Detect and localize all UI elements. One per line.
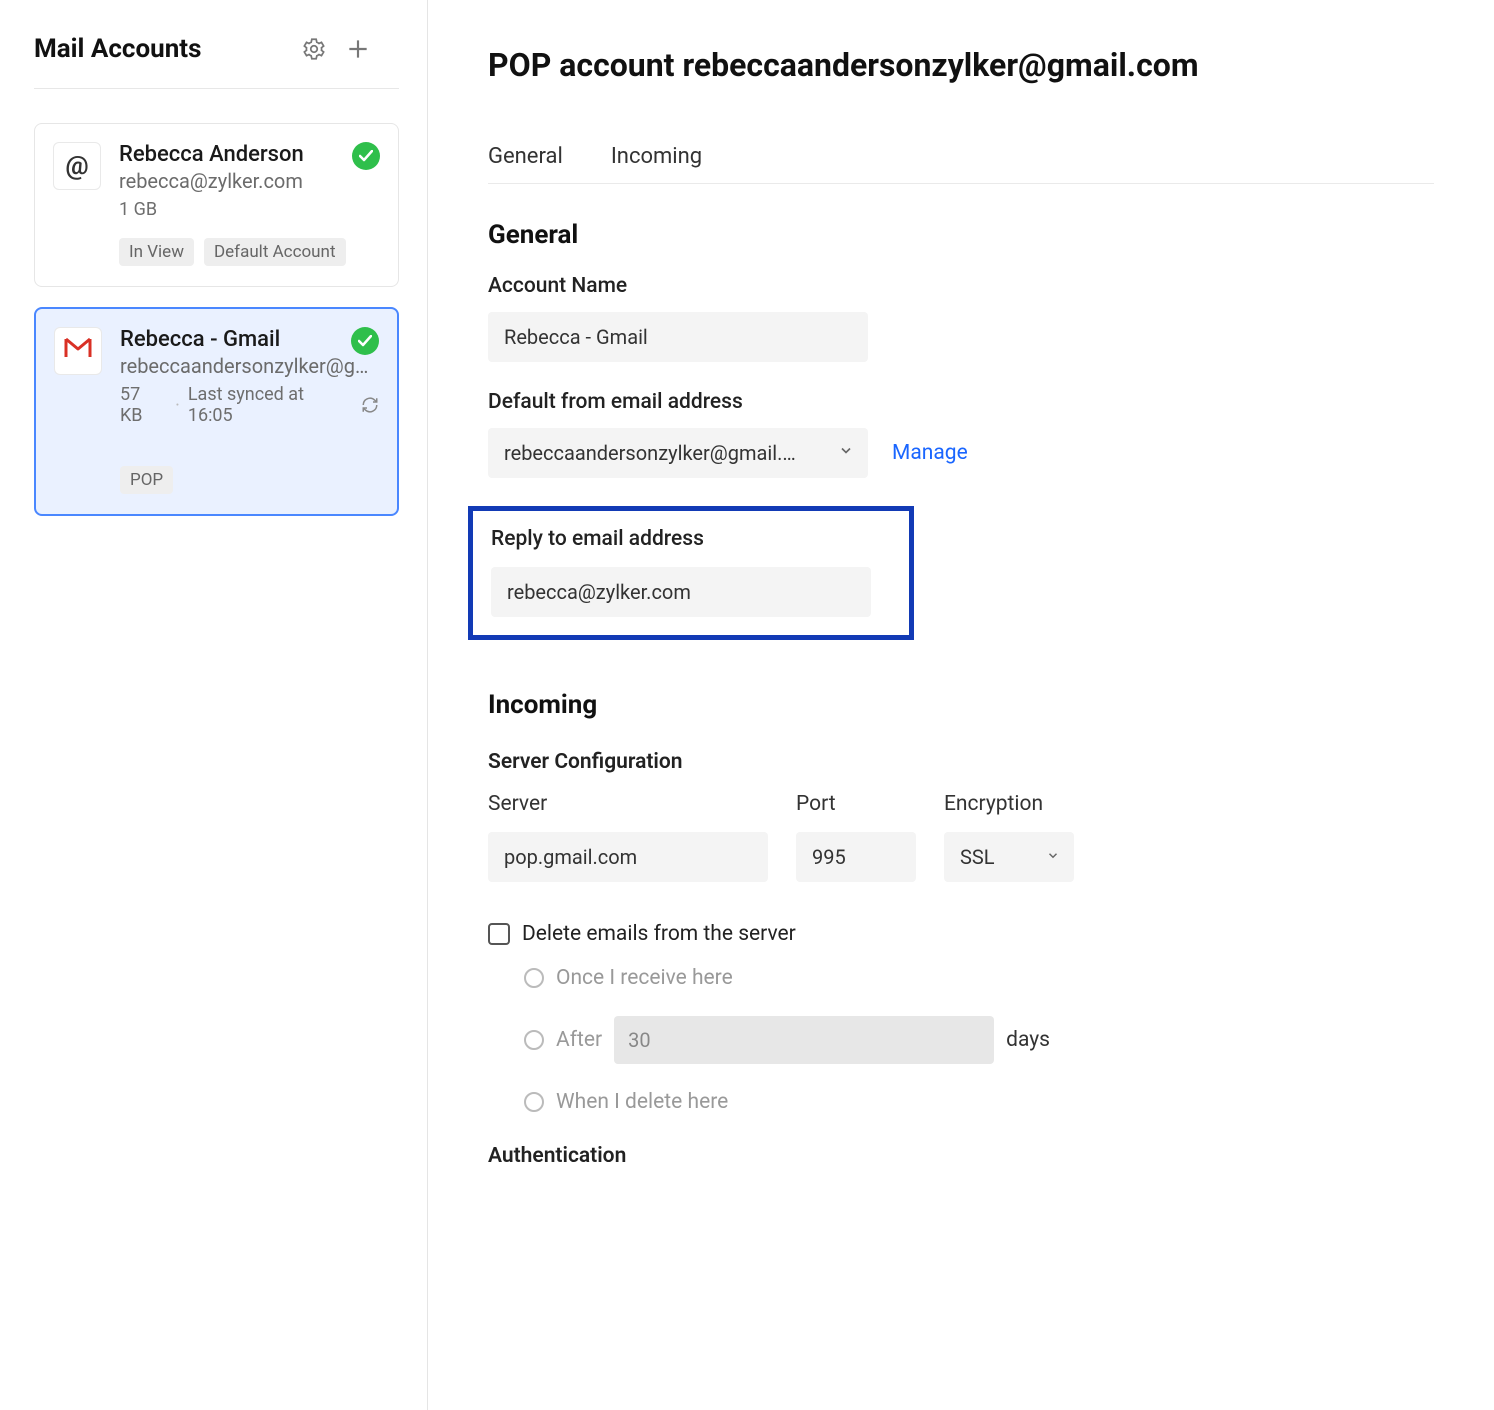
tab-general[interactable]: General [488, 144, 563, 183]
tag-pop: POP [120, 466, 173, 494]
account-name: Rebecca Anderson [119, 142, 380, 167]
label-after: After [556, 1028, 602, 1052]
gmail-icon [64, 336, 92, 366]
select-default-from[interactable]: rebeccaandersonzylker@gmail.… [488, 428, 868, 478]
auth-heading: Authentication [488, 1144, 1434, 1168]
label-delete-emails: Delete emails from the server [522, 922, 796, 946]
radio-after[interactable] [524, 1030, 544, 1050]
section-incoming-heading: Incoming [488, 690, 1434, 720]
account-name: Rebecca - Gmail [120, 327, 379, 352]
radio-once-receive[interactable] [524, 968, 544, 988]
label-port: Port [796, 792, 916, 816]
label-encryption: Encryption [944, 792, 1074, 816]
label-reply-to: Reply to email address [491, 527, 891, 551]
input-reply-to[interactable] [491, 567, 871, 617]
account-card[interactable]: @ Rebecca Anderson rebecca@zylker.com 1 … [34, 123, 399, 287]
refresh-icon[interactable] [361, 396, 379, 414]
input-after-days[interactable] [614, 1016, 994, 1064]
sidebar: Mail Accounts @ Rebecca Anderso [0, 0, 428, 1410]
tag-default-account: Default Account [204, 238, 346, 266]
at-icon: @ [65, 151, 88, 181]
gear-icon[interactable] [301, 36, 327, 62]
add-icon[interactable] [345, 36, 371, 62]
reply-to-highlight: Reply to email address [468, 506, 914, 640]
label-default-from: Default from email address [488, 390, 1434, 414]
account-size: 1 GB [119, 199, 157, 220]
account-size: 57 KB [120, 384, 167, 426]
section-general-heading: General [488, 220, 1434, 250]
account-sync: Last synced at 16:05 [188, 384, 353, 426]
select-encryption[interactable]: SSL [944, 832, 1074, 882]
label-when-delete: When I delete here [556, 1090, 728, 1114]
main-panel: POP account rebeccaandersonzylker@gmail.… [428, 0, 1494, 1410]
page-title: POP account rebeccaandersonzylker@gmail.… [488, 46, 1434, 84]
check-icon [352, 142, 380, 170]
manage-link[interactable]: Manage [892, 441, 968, 465]
label-once-receive: Once I receive here [556, 966, 733, 990]
server-config-heading: Server Configuration [488, 750, 1434, 774]
account-email: rebecca@zylker.com [119, 169, 380, 193]
check-icon [351, 327, 379, 355]
tab-incoming[interactable]: Incoming [611, 144, 702, 183]
input-port[interactable] [796, 832, 916, 882]
radio-when-delete[interactable] [524, 1092, 544, 1112]
checkbox-delete-emails[interactable] [488, 923, 510, 945]
account-email: rebeccaandersonzylker@g… [120, 354, 379, 378]
label-days-suffix: days [1006, 1028, 1050, 1052]
tabs: General Incoming [488, 144, 1434, 184]
account-avatar [54, 327, 102, 375]
select-encryption-value[interactable]: SSL [944, 832, 1074, 882]
label-account-name: Account Name [488, 274, 1434, 298]
account-card-selected[interactable]: Rebecca - Gmail rebeccaandersonzylker@g…… [34, 307, 399, 516]
account-avatar: @ [53, 142, 101, 190]
tag-in-view: In View [119, 238, 194, 266]
sidebar-title: Mail Accounts [34, 34, 283, 64]
label-server: Server [488, 792, 768, 816]
select-default-from-value[interactable]: rebeccaandersonzylker@gmail.… [488, 428, 868, 478]
input-account-name[interactable] [488, 312, 868, 362]
input-server[interactable] [488, 832, 768, 882]
